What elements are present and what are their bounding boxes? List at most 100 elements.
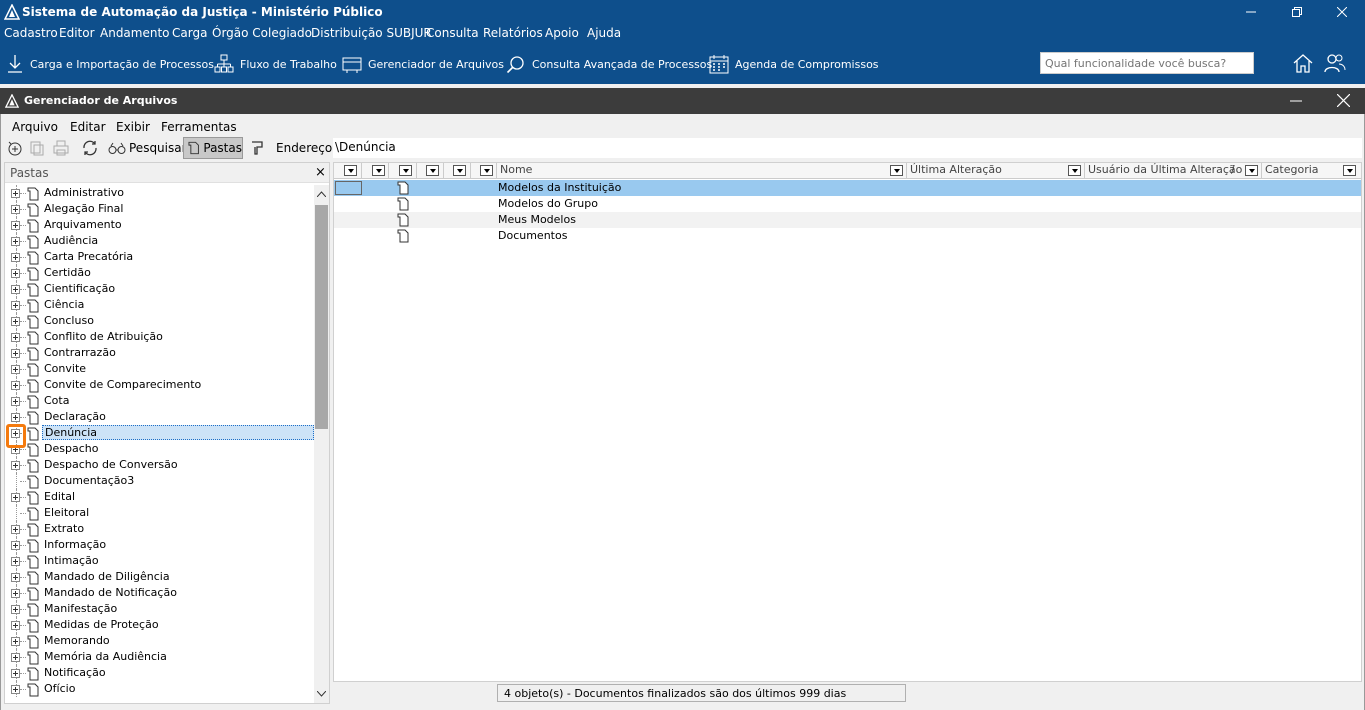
tree-item[interactable]: Ofício [5, 681, 314, 697]
tree-item[interactable]: Eleitoral [5, 505, 314, 521]
expand-icon[interactable] [11, 685, 20, 694]
col-ultima-alteracao[interactable]: Última Alteração [907, 163, 1085, 179]
menu-andamento[interactable]: Andamento [100, 26, 170, 40]
tree-item[interactable]: Mandado de Notificação [5, 585, 314, 601]
col-c[interactable] [444, 163, 471, 179]
tree-item[interactable]: Documentação3 [5, 473, 314, 489]
expand-icon[interactable] [11, 189, 20, 198]
tree-item[interactable]: Alegação Final [5, 201, 314, 217]
tree-item[interactable]: Arquivamento [5, 217, 314, 233]
expand-icon[interactable] [11, 269, 20, 278]
tree-item[interactable]: Notificação [5, 665, 314, 681]
tree-item[interactable]: Despacho [5, 441, 314, 457]
copy-button[interactable] [28, 137, 46, 159]
functionality-search-input[interactable] [1040, 52, 1254, 74]
dropdown-icon[interactable] [426, 165, 439, 176]
gerenciador-arquivos-button[interactable]: Gerenciador de Arquivos [342, 52, 504, 76]
menu-relatorios[interactable]: Relatórios [483, 26, 543, 40]
expand-icon[interactable] [11, 301, 20, 310]
address-field[interactable]: \Denúncia [333, 138, 1362, 158]
expand-icon[interactable] [11, 205, 20, 214]
grid-row[interactable]: Modelos da Instituição [334, 180, 1361, 196]
grid-row[interactable]: Meus Modelos [334, 212, 1361, 228]
tree-item[interactable]: Convite [5, 361, 314, 377]
menu-ferramentas[interactable]: Ferramentas [161, 120, 237, 134]
fluxo-trabalho-button[interactable]: Fluxo de Trabalho [214, 52, 337, 76]
menu-cadastro[interactable]: Cadastro [4, 26, 58, 40]
expand-icon[interactable] [11, 525, 20, 534]
tree-item[interactable]: Mandado de Diligência [5, 569, 314, 585]
carga-importacao-button[interactable]: Carga e Importação de Processos [6, 52, 214, 76]
tree-item[interactable]: Certidão [5, 265, 314, 281]
dropdown-icon[interactable] [1068, 165, 1081, 176]
consulta-avancada-button[interactable]: Consulta Avançada de Processos [506, 52, 712, 76]
expand-icon[interactable] [11, 413, 20, 422]
tree-item[interactable]: Manifestação [5, 601, 314, 617]
col-b[interactable] [417, 163, 444, 179]
dropdown-icon[interactable] [890, 165, 903, 176]
pastas-toggle-button[interactable]: Pastas [183, 137, 243, 159]
tree-item[interactable]: Informação [5, 537, 314, 553]
tree-item[interactable]: Carta Precatória [5, 249, 314, 265]
expand-icon[interactable] [11, 461, 20, 470]
menu-orgao-colegiado[interactable]: Órgão Colegiado [212, 26, 312, 40]
tree-item[interactable]: Extrato [5, 521, 314, 537]
expand-icon[interactable] [11, 397, 20, 406]
tree-item[interactable]: Edital [5, 489, 314, 505]
minimize-button[interactable] [1228, 0, 1274, 24]
close-button[interactable] [1319, 0, 1365, 24]
expand-icon[interactable] [11, 621, 20, 630]
tree-item[interactable]: Denúncia [5, 425, 314, 441]
col-usuario[interactable]: Usuário da Última Alteração / [1085, 163, 1262, 179]
tree-item[interactable]: Ciência [5, 297, 314, 313]
expand-icon[interactable] [11, 541, 20, 550]
col-categoria[interactable]: Categoria [1262, 163, 1361, 179]
expand-icon[interactable] [11, 637, 20, 646]
tree-item[interactable]: Audiência [5, 233, 314, 249]
menu-distribuicao-subjur[interactable]: Distribuição SUBJUR [311, 26, 432, 40]
endereco-button[interactable]: Endereço [250, 137, 332, 159]
expand-icon[interactable] [11, 349, 20, 358]
dropdown-icon[interactable] [399, 165, 412, 176]
tree-item[interactable]: Conflito de Atribuição [5, 329, 314, 345]
tree-item[interactable]: Concluso [5, 313, 314, 329]
dropdown-icon[interactable] [344, 165, 357, 176]
col-sel[interactable] [334, 163, 362, 179]
tree-item[interactable]: Cientificação [5, 281, 314, 297]
menu-editar[interactable]: Editar [70, 120, 106, 134]
home-button[interactable] [1292, 52, 1314, 74]
col-type[interactable] [389, 163, 417, 179]
expand-icon[interactable] [11, 237, 20, 246]
scroll-up-icon[interactable] [317, 191, 326, 197]
col-d[interactable] [471, 163, 497, 179]
expand-icon[interactable] [11, 653, 20, 662]
dropdown-icon[interactable] [480, 165, 493, 176]
tree-item[interactable]: Administrativo [5, 185, 314, 201]
col-nome[interactable]: Nome [497, 163, 907, 179]
print-button[interactable] [52, 137, 70, 159]
restore-button[interactable] [1274, 0, 1320, 24]
tree-item[interactable]: Medidas de Proteção [5, 617, 314, 633]
agenda-compromissos-button[interactable]: Agenda de Compromissos [709, 52, 879, 76]
menu-arquivo[interactable]: Arquivo [12, 120, 58, 134]
expand-icon[interactable] [11, 365, 20, 374]
grid-row[interactable]: Documentos [334, 228, 1361, 244]
folders-pane-close-button[interactable]: × [315, 165, 326, 180]
expand-icon[interactable] [11, 317, 20, 326]
expand-icon[interactable] [11, 253, 20, 262]
expand-icon[interactable] [11, 285, 20, 294]
expand-icon[interactable] [11, 333, 20, 342]
tree-item[interactable]: Convite de Comparecimento [5, 377, 314, 393]
expand-icon[interactable] [11, 605, 20, 614]
expand-icon[interactable] [11, 381, 20, 390]
expand-icon[interactable] [11, 557, 20, 566]
pesquisar-button[interactable]: Pesquisar [108, 137, 187, 159]
tree-item[interactable]: Declaração [5, 409, 314, 425]
tree-item[interactable]: Despacho de Conversão [5, 457, 314, 473]
dropdown-icon[interactable] [1343, 165, 1356, 176]
expand-icon[interactable] [11, 669, 20, 678]
refresh-button[interactable] [81, 137, 99, 159]
scroll-down-icon[interactable] [317, 691, 326, 697]
tree-item[interactable]: Contrarrazão [5, 345, 314, 361]
tree-item[interactable]: Intimação [5, 553, 314, 569]
